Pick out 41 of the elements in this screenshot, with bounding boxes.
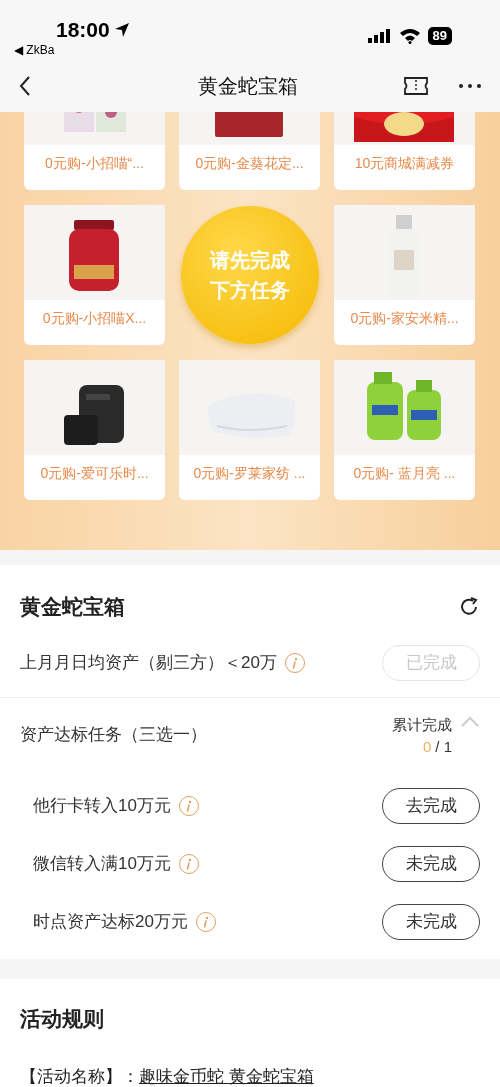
product-name: 0元购-爱可乐时... — [40, 464, 149, 483]
battery-icon: 89 — [427, 27, 452, 45]
subtask-label: 他行卡转入10万元 — [33, 794, 171, 817]
back-icon[interactable] — [18, 75, 32, 97]
subtask-label: 微信转入满10万元 — [33, 852, 171, 875]
more-icon[interactable] — [458, 83, 482, 89]
refresh-icon[interactable] — [458, 595, 480, 618]
rules-title: 活动规则 — [20, 1005, 105, 1032]
progress-count: 0 — [422, 737, 432, 757]
progress-total: / 1 — [435, 737, 452, 757]
product-name: 0元购- 蓝月亮 ... — [353, 464, 456, 483]
product-name: 0元购-家安米精... — [350, 309, 459, 328]
product-card[interactable]: 0元购-小招喵X... — [24, 205, 165, 345]
section-title: 黄金蛇宝箱 — [20, 594, 125, 620]
product-name: 0元购-金葵花定... — [195, 154, 304, 173]
product-card[interactable]: 0元购-小招喵“... — [24, 112, 165, 190]
product-name: 10元商城满减券 — [354, 154, 455, 173]
signal-icon — [367, 28, 392, 44]
product-name: 0元购-罗莱家纺 ... — [193, 464, 306, 483]
product-card[interactable]: 0元购-罗莱家纺 ... — [179, 360, 320, 500]
collapse-chevron-icon[interactable] — [460, 715, 480, 728]
activity-name-link[interactable]: 趣味金币蛇 黄金蛇宝箱 — [139, 1064, 314, 1087]
product-name: 0元购-小招喵X... — [42, 309, 147, 328]
product-card[interactable]: 0元购- 蓝月亮 ... — [334, 360, 475, 500]
product-card[interactable]: 0元购-爱可乐时... — [24, 360, 165, 500]
product-name: 0元购-小招喵“... — [45, 154, 144, 173]
page-title: 黄金蛇宝箱 — [198, 74, 298, 99]
status-time: 18:00 — [56, 17, 110, 43]
rule-label: 【活动名称】： — [20, 1066, 139, 1087]
ticket-icon[interactable] — [404, 77, 428, 95]
back-to-app-link[interactable]: ◀ ZkBa — [14, 41, 55, 59]
task-label: 上月月日均资产（剔三方）＜20万 — [20, 651, 277, 674]
task-group-label: 资产达标任务（三选一） — [20, 723, 207, 746]
product-card[interactable]: 0元购-家安米精... — [334, 205, 475, 345]
wifi-icon — [398, 28, 421, 44]
product-card[interactable]: 0元购-金葵花定... — [179, 112, 320, 190]
complete-tasks-coin-button[interactable]: 请先完成下方任务 — [180, 206, 319, 344]
progress-label: 累计完成 — [392, 714, 452, 735]
product-card[interactable]: 10元商城满减券 — [334, 112, 475, 190]
location-arrow-icon — [113, 21, 130, 38]
subtask-label: 时点资产达标20万元 — [33, 910, 188, 933]
